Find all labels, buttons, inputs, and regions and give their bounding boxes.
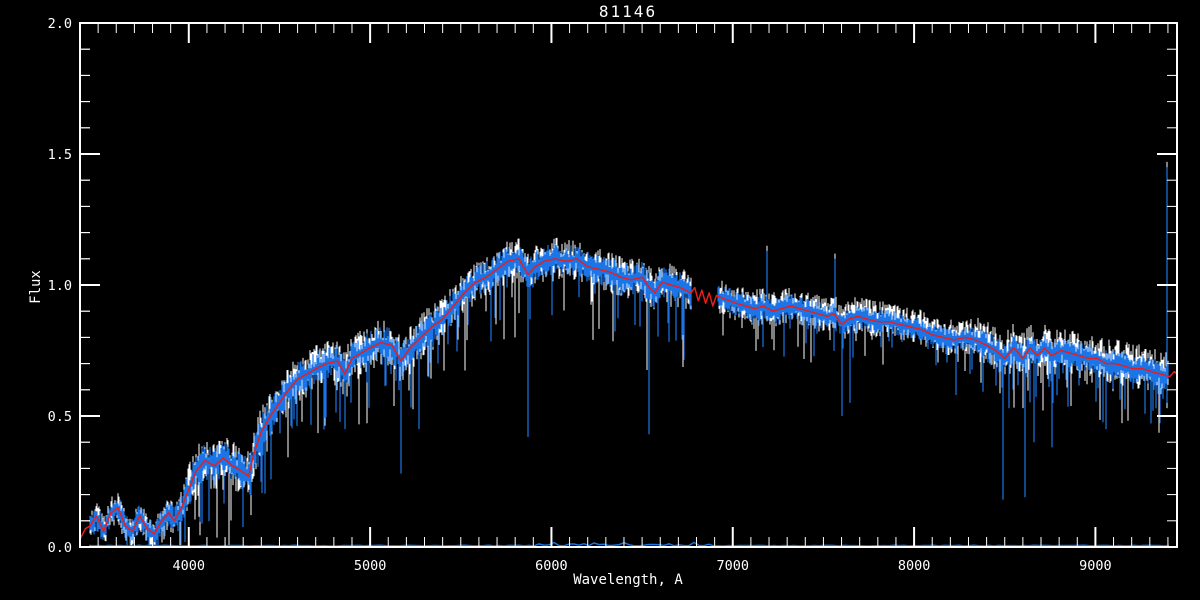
model-fit-line [79, 258, 1178, 540]
chart-title: 81146 [599, 2, 657, 21]
x-tick-label: 5000 [354, 558, 387, 574]
x-tick-label: 6000 [535, 558, 568, 574]
spectrum-series-layer [79, 161, 1178, 547]
y-axis-label: Flux [28, 270, 44, 304]
y-tick-label: 2.0 [48, 16, 72, 32]
x-tick-label: 4000 [173, 558, 206, 574]
y-tick-label: 0.0 [48, 540, 72, 556]
spectrum-chart: 4000 5000 6000 7000 8000 90000.00.51.01.52.0 … [28, 2, 1178, 588]
x-tick-label: 9000 [1079, 558, 1112, 574]
x-tick-label: 7000 [717, 558, 750, 574]
zero-level-line [88, 541, 1170, 547]
y-tick-label: 1.5 [48, 147, 72, 163]
y-tick-label: 1.0 [48, 278, 72, 294]
x-axis-label: Wavelength, A [573, 572, 683, 588]
x-tick-label: 8000 [898, 558, 931, 574]
plot-window: 4000 5000 6000 7000 8000 9000 0.0 0.5 1.0 1.5 2.0 … [0, 0, 1200, 600]
y-tick-label: 0.5 [48, 409, 72, 425]
